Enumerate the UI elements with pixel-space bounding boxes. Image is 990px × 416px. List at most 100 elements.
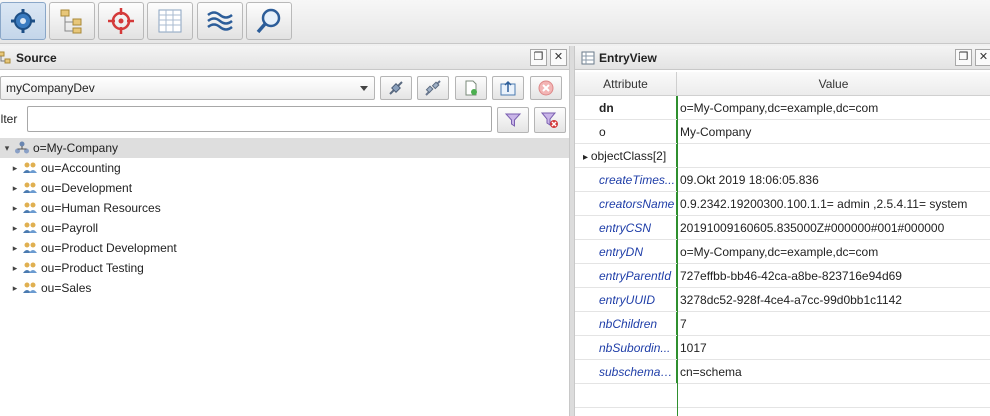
target-button[interactable] xyxy=(98,2,144,40)
table-row[interactable]: entryParentId 727effbb-bb46-42ca-a8be-823… xyxy=(575,264,990,288)
close-icon: ✕ xyxy=(553,51,564,63)
expand-arrow-icon[interactable]: ▸ xyxy=(10,203,20,214)
attribute-cell[interactable]: o xyxy=(575,120,677,143)
source-tree: ▾ o=My-Company ▸ ou=Accounting ▸ ou=Deve… xyxy=(0,138,569,416)
value-cell[interactable]: cn=schema xyxy=(677,360,990,383)
entry-rows: dn o=My-Company,dc=example,dc=com o My-Comp… xyxy=(575,96,990,416)
close-icon: ✕ xyxy=(978,51,989,63)
attribute-cell[interactable]: entryParentId xyxy=(575,264,677,287)
expand-arrow-icon[interactable]: ▸ xyxy=(10,263,20,274)
attribute-cell[interactable]: createTimes... xyxy=(575,168,677,191)
attribute-cell[interactable]: entryUUID xyxy=(575,288,677,311)
attribute-cell[interactable]: entryDN xyxy=(575,240,677,263)
tree-node[interactable]: ▸ ou=Product Development xyxy=(0,238,569,258)
tree-node-label: ou=Accounting xyxy=(41,161,121,175)
value-cell[interactable]: 1017 xyxy=(677,336,990,359)
table-row[interactable]: o My-Company xyxy=(575,120,990,144)
value-cell[interactable]: o=My-Company,dc=example,dc=com xyxy=(677,96,990,119)
import-button[interactable] xyxy=(492,76,524,100)
apply-filter-button[interactable] xyxy=(497,107,529,133)
waves-button[interactable] xyxy=(197,2,243,40)
table-row[interactable]: nbSubordin... 1017 xyxy=(575,336,990,360)
expand-arrow-icon[interactable]: ▸ xyxy=(10,163,20,174)
table-row[interactable]: ▸ objectClass[2] xyxy=(575,144,990,168)
tree-node[interactable]: ▸ ou=Product Testing xyxy=(0,258,569,278)
restore-button[interactable]: ❐ xyxy=(955,49,972,66)
value-cell[interactable]: 09.Okt 2019 18:06:05.836 xyxy=(677,168,990,191)
expand-arrow-icon[interactable]: ▸ xyxy=(10,283,20,294)
table-row[interactable]: dn o=My-Company,dc=example,dc=com xyxy=(575,96,990,120)
attribute-name: entryParentId xyxy=(599,269,672,283)
table-row[interactable]: entryUUID 3278dc52-928f-4ce4-a7cc-99d0bb1… xyxy=(575,288,990,312)
value-cell[interactable]: 727effbb-bb46-42ca-a8be-823716e94d69 xyxy=(677,264,990,287)
import-icon xyxy=(500,80,516,96)
close-button[interactable]: ✕ xyxy=(550,49,567,66)
connect-button[interactable] xyxy=(380,76,412,100)
table-row[interactable]: entryCSN 20191009160605.835000Z#000000#00… xyxy=(575,216,990,240)
value-cell[interactable]: 3278dc52-928f-4ce4-a7cc-99d0bb1c1142 xyxy=(677,288,990,311)
table-row[interactable]: subschemaS... cn=schema xyxy=(575,360,990,384)
attribute-name: entryUUID xyxy=(599,293,656,307)
close-button[interactable]: ✕ xyxy=(975,49,990,66)
value-cell[interactable]: 0.9.2342.19200300.100.1.1= admin ,2.5.4.… xyxy=(677,192,990,215)
disconnect-button[interactable] xyxy=(417,76,449,100)
table-row[interactable]: entryDN o=My-Company,dc=example,dc=com xyxy=(575,240,990,264)
attribute-cell[interactable]: entryCSN xyxy=(575,216,677,239)
settings-button[interactable] xyxy=(0,2,46,40)
value-cell[interactable] xyxy=(677,144,990,167)
table-small-icon xyxy=(581,51,595,64)
tree-small-icon xyxy=(0,51,11,63)
attribute-cell[interactable]: subschemaS... xyxy=(575,360,677,383)
value-cell[interactable]: 7 xyxy=(677,312,990,335)
collapse-arrow-icon[interactable]: ▾ xyxy=(2,143,12,154)
plug-disconnect-icon xyxy=(425,80,441,96)
value-cell[interactable]: o=My-Company,dc=example,dc=com xyxy=(677,240,990,263)
attribute-cell[interactable]: nbSubordin... xyxy=(575,336,677,359)
connection-select[interactable]: myCompanyDev xyxy=(0,76,375,100)
tree-view-button[interactable] xyxy=(49,2,95,40)
restore-button[interactable]: ❐ xyxy=(530,49,547,66)
value-cell[interactable]: My-Company xyxy=(677,120,990,143)
table-row[interactable]: creatorsName 0.9.2342.19200300.100.1.1= a… xyxy=(575,192,990,216)
group-icon xyxy=(23,242,37,253)
value-cell[interactable]: 20191009160605.835000Z#000000#001#000000 xyxy=(677,216,990,239)
attribute-column-header[interactable]: Attribute xyxy=(575,72,677,95)
new-entry-button[interactable] xyxy=(455,76,487,100)
tree-node-label: ou=Development xyxy=(41,181,133,195)
tree-node[interactable]: ▸ ou=Development xyxy=(0,178,569,198)
expand-arrow-icon[interactable]: ▸ xyxy=(10,223,20,234)
table-view-button[interactable] xyxy=(147,2,193,40)
filter-label: ilter xyxy=(0,112,18,126)
attribute-cell[interactable]: ▸ objectClass[2] xyxy=(575,144,677,167)
delete-button[interactable] xyxy=(530,76,562,100)
filter-input[interactable] xyxy=(27,106,492,132)
entry-table: Attribute Value dn o=My-Company,dc=exampl… xyxy=(575,72,990,416)
tree-node[interactable]: ▸ ou=Human Resources xyxy=(0,198,569,218)
clear-filter-button[interactable] xyxy=(534,107,566,133)
expand-arrow-icon[interactable]: ▸ xyxy=(10,183,20,194)
attribute-cell[interactable]: nbChildren xyxy=(575,312,677,335)
group-icon xyxy=(23,202,37,213)
tree-node-root[interactable]: ▾ o=My-Company xyxy=(0,138,569,158)
table-row[interactable]: nbChildren 7 xyxy=(575,312,990,336)
new-document-icon xyxy=(465,80,477,96)
attribute-name: nbChildren xyxy=(599,317,658,331)
filter-icon xyxy=(504,113,522,127)
tree-node[interactable]: ▸ ou=Payroll xyxy=(0,218,569,238)
clear-filter-icon xyxy=(541,112,558,128)
attribute-cell[interactable]: dn xyxy=(575,96,677,119)
attribute-cell[interactable]: creatorsName xyxy=(575,192,677,215)
expand-arrow-icon[interactable]: ▸ xyxy=(10,243,20,254)
search-button[interactable] xyxy=(246,2,292,40)
tree-icon xyxy=(60,9,82,34)
attribute-name: subschemaS... xyxy=(599,365,677,379)
group-icon xyxy=(23,162,37,173)
value-column-header[interactable]: Value xyxy=(677,72,990,95)
tree-node[interactable]: ▸ ou=Sales xyxy=(0,278,569,298)
expand-arrow-icon[interactable]: ▸ xyxy=(583,152,591,163)
entry-view-header: EntryView ❐ ✕ xyxy=(575,46,990,70)
chevron-down-icon xyxy=(360,86,368,91)
table-row[interactable]: createTimes... 09.Okt 2019 18:06:05.836 xyxy=(575,168,990,192)
tree-node[interactable]: ▸ ou=Accounting xyxy=(0,158,569,178)
filter-row: ilter xyxy=(0,104,569,134)
